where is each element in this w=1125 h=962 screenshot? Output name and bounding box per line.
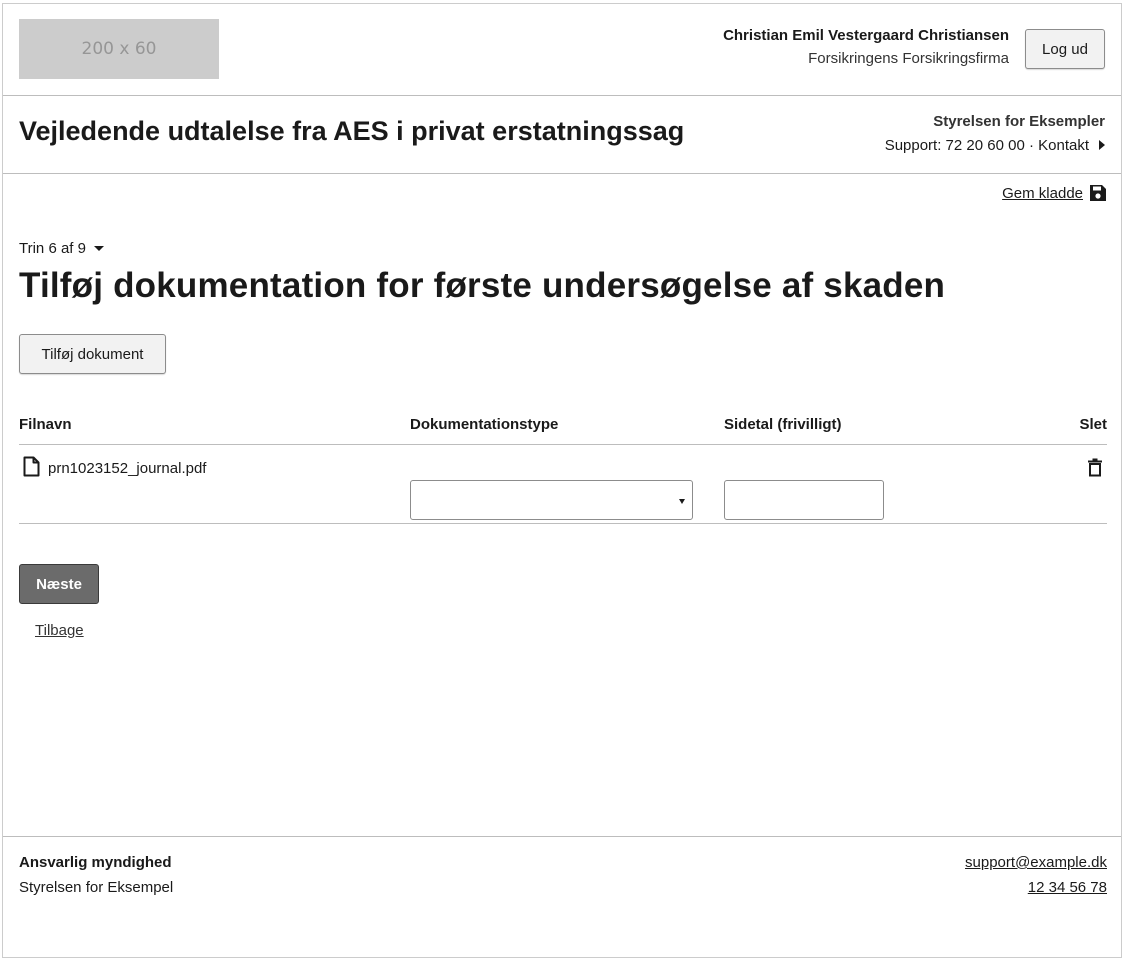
page-frame: 200 x 60 Christian Emil Vestergaard Chri… — [2, 3, 1122, 958]
logo-placeholder: 200 x 60 — [19, 19, 219, 79]
floppy-disk-icon — [1089, 184, 1107, 202]
step-text: Trin 6 af 9 — [19, 240, 86, 257]
table-row-divider — [19, 523, 1107, 524]
doc-type-select[interactable] — [410, 480, 693, 520]
footer-phone-link[interactable]: 12 34 56 78 — [1028, 879, 1107, 896]
next-button[interactable]: Næste — [19, 564, 99, 604]
column-header-delete: Slet — [1079, 416, 1107, 433]
column-header-doc-type: Dokumentationstype — [410, 416, 559, 433]
user-info: Christian Emil Vestergaard Christiansen … — [723, 26, 1009, 72]
authority-info: Styrelsen for Eksempler Support: 72 20 6… — [885, 111, 1105, 159]
step-indicator[interactable]: Trin 6 af 9 — [19, 240, 104, 257]
table-header-divider — [19, 444, 1107, 445]
file-icon — [23, 456, 40, 481]
footer: Ansvarlig myndighed Styrelsen for Eksemp… — [3, 836, 1121, 958]
trash-icon[interactable] — [1087, 458, 1103, 482]
back-link[interactable]: Tilbage — [35, 622, 84, 639]
column-header-filename: Filnavn — [19, 416, 72, 433]
top-header: 200 x 60 Christian Emil Vestergaard Chri… — [3, 4, 1121, 96]
support-contact[interactable]: Support: 72 20 60 00 · Kontakt — [885, 133, 1105, 159]
chevron-down-icon — [679, 499, 685, 504]
file-cell: prn1023152_journal.pdf — [23, 456, 206, 481]
add-document-button[interactable]: Tilføj dokument — [19, 334, 166, 374]
logout-button[interactable]: Log ud — [1025, 29, 1105, 69]
service-title: Vejledende udtalelse fra AES i privat er… — [19, 116, 685, 146]
user-organization: Forsikringens Forsikringsfirma — [808, 50, 1009, 67]
save-draft-link[interactable]: Gem kladde — [1002, 184, 1107, 202]
page-title: Tilføj dokumentation for første undersøg… — [19, 266, 946, 305]
authority-name: Styrelsen for Eksempler — [933, 113, 1105, 130]
support-text: Support: 72 20 60 00 · Kontakt — [884, 137, 1089, 154]
caret-down-icon — [93, 246, 104, 251]
column-header-page-number: Sidetal (frivilligt) — [724, 416, 842, 433]
service-header: Vejledende udtalelse fra AES i privat er… — [3, 96, 1121, 174]
footer-responsible-label: Ansvarlig myndighed — [19, 854, 172, 871]
footer-authority: Styrelsen for Eksempel — [19, 879, 174, 896]
caret-right-icon — [1099, 140, 1105, 151]
file-name: prn1023152_journal.pdf — [48, 460, 207, 477]
user-name: Christian Emil Vestergaard Christiansen — [723, 27, 1009, 44]
save-draft-label: Gem kladde — [1002, 184, 1083, 202]
page-number-input[interactable] — [724, 480, 884, 520]
footer-email-link[interactable]: support@example.dk — [965, 854, 1107, 871]
